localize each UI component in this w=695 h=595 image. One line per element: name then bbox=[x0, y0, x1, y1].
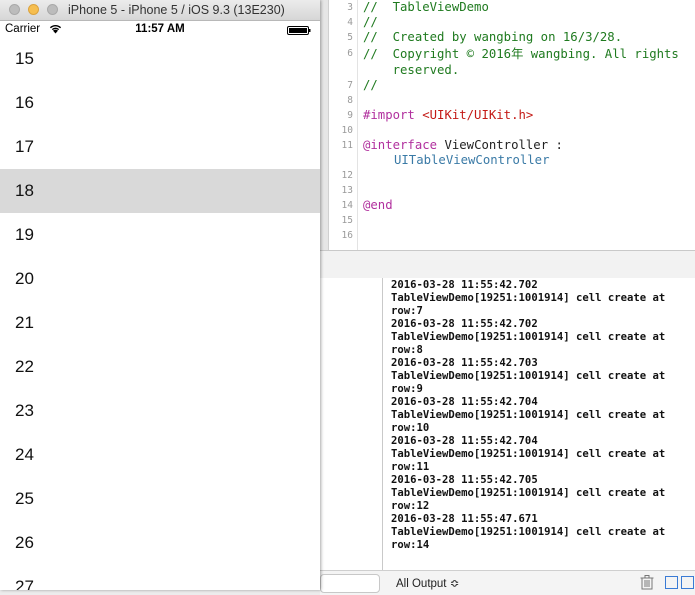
table-row[interactable]: 18 bbox=[0, 169, 320, 213]
table-row-label: 26 bbox=[15, 533, 34, 552]
table-row-label: 25 bbox=[15, 489, 34, 508]
line-number: 6 bbox=[347, 48, 353, 59]
debug-bottom-bar: All Output ≎ bbox=[320, 570, 695, 595]
table-row[interactable]: 15 bbox=[0, 39, 320, 81]
code-line: // bbox=[363, 15, 378, 29]
console-log: 2016-03-28 11:55:42.702 TableViewDemo[19… bbox=[391, 279, 666, 551]
line-number: 9 bbox=[347, 110, 353, 121]
trash-icon[interactable] bbox=[640, 575, 654, 590]
import-keyword: #import bbox=[363, 108, 415, 122]
table-view[interactable]: 15 16 17 18 19 20 21 22 23 24 25 26 27 bbox=[0, 39, 320, 590]
table-row-label: 19 bbox=[15, 225, 34, 244]
table-row-label: 20 bbox=[15, 269, 34, 288]
line-number: 15 bbox=[341, 215, 353, 226]
table-row-label: 15 bbox=[15, 49, 34, 68]
line-number-gutter: 3 4 5 6 7 8 9 10 11 12 13 14 15 16 bbox=[329, 0, 358, 250]
editor-left-strip bbox=[320, 0, 329, 250]
code-line: // TableViewDemo bbox=[363, 0, 489, 14]
table-row[interactable]: 27 bbox=[0, 565, 320, 590]
battery-icon bbox=[287, 26, 311, 35]
table-row[interactable]: 23 bbox=[0, 389, 320, 433]
interface-keyword: @interface bbox=[363, 138, 438, 152]
line-number: 16 bbox=[341, 230, 353, 241]
table-row-label: 22 bbox=[15, 357, 34, 376]
table-row[interactable]: 21 bbox=[0, 301, 320, 345]
line-number: 8 bbox=[347, 95, 353, 106]
line-number: 13 bbox=[341, 185, 353, 196]
table-row-label: 27 bbox=[15, 577, 34, 590]
code-line: // Created by wangbing on 16/3/28. bbox=[363, 30, 623, 44]
minimize-button[interactable] bbox=[28, 4, 39, 15]
table-row-label: 21 bbox=[15, 313, 34, 332]
table-row[interactable]: 16 bbox=[0, 81, 320, 125]
line-number: 10 bbox=[341, 125, 353, 136]
table-row[interactable]: 17 bbox=[0, 125, 320, 169]
variables-pane[interactable] bbox=[320, 278, 382, 570]
table-row-label: 16 bbox=[15, 93, 34, 112]
code-line-interface: @interface ViewController : bbox=[363, 138, 563, 153]
output-selector[interactable]: All Output ≎ bbox=[396, 576, 459, 590]
line-number: 11 bbox=[341, 140, 353, 151]
table-row-label: 24 bbox=[15, 445, 34, 464]
code-line: reserved. bbox=[363, 63, 460, 77]
close-button[interactable] bbox=[9, 4, 20, 15]
table-row[interactable]: 25 bbox=[0, 477, 320, 521]
window-titlebar[interactable]: iPhone 5 - iPhone 5 / iOS 9.3 (13E230) bbox=[0, 0, 320, 21]
code-line: // Copyright © 2016年 wangbing. All right… bbox=[363, 47, 679, 61]
window-title: iPhone 5 - iPhone 5 / iOS 9.3 (13E230) bbox=[68, 3, 285, 17]
table-row-label: 17 bbox=[15, 137, 34, 156]
line-number: 14 bbox=[341, 200, 353, 211]
ios-status-bar: Carrier 11:57 AM bbox=[0, 21, 320, 39]
code-line: // bbox=[363, 78, 378, 92]
table-row[interactable]: 20 bbox=[0, 257, 320, 301]
class-name: ViewController : bbox=[444, 138, 563, 152]
show-console-icon[interactable] bbox=[681, 576, 694, 589]
code-line-import: #import <UIKit/UIKit.h> bbox=[363, 108, 533, 123]
filter-field[interactable] bbox=[320, 574, 380, 593]
status-time: 11:57 AM bbox=[135, 23, 185, 35]
table-row[interactable]: 24 bbox=[0, 433, 320, 477]
simulator-window: iPhone 5 - iPhone 5 / iOS 9.3 (13E230) C… bbox=[0, 0, 320, 590]
table-row[interactable]: 26 bbox=[0, 521, 320, 565]
superclass-name: UITableViewController bbox=[394, 153, 550, 167]
console-output[interactable]: 2016-03-28 11:55:42.702 TableViewDemo[19… bbox=[383, 278, 695, 570]
table-row[interactable]: 19 bbox=[0, 213, 320, 257]
line-number: 3 bbox=[347, 2, 353, 13]
show-variables-icon[interactable] bbox=[665, 576, 678, 589]
line-number: 4 bbox=[347, 17, 353, 28]
table-row[interactable]: 22 bbox=[0, 345, 320, 389]
table-row-label: 23 bbox=[15, 401, 34, 420]
end-keyword: @end bbox=[363, 198, 393, 212]
line-number: 5 bbox=[347, 32, 353, 43]
debug-bar bbox=[320, 250, 695, 279]
table-row-label: 18 bbox=[15, 181, 34, 200]
zoom-button[interactable] bbox=[47, 4, 58, 15]
line-number: 7 bbox=[347, 80, 353, 91]
line-number: 12 bbox=[341, 170, 353, 181]
import-path: <UIKit/UIKit.h> bbox=[422, 108, 534, 122]
